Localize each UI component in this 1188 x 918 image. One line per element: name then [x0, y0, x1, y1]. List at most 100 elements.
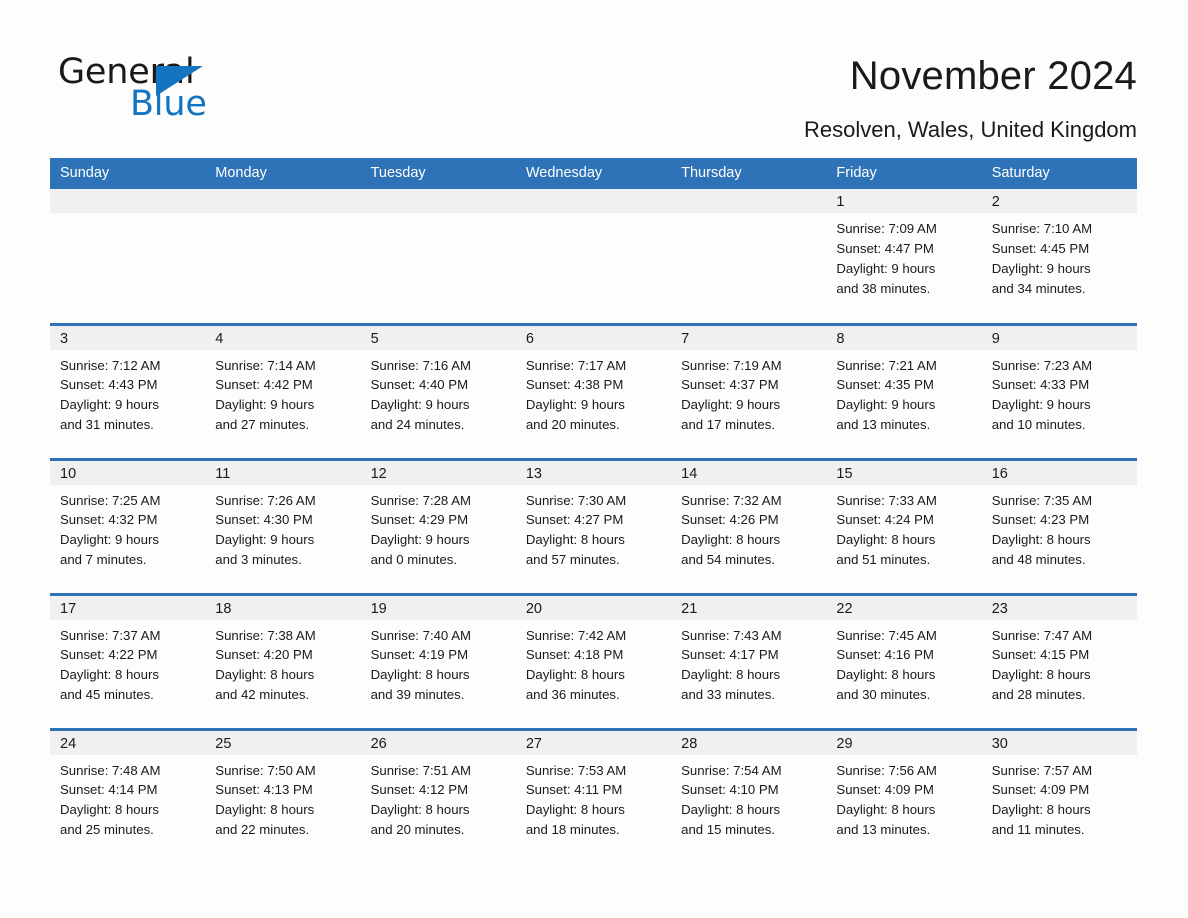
day-cell[interactable]: 12 Sunrise: 7:28 AM Sunset: 4:29 PM Dayligh… [360, 457, 516, 594]
sunrise-text: Sunrise: 7:53 AM [525, 762, 627, 778]
daylight-text-line2: and 10 minutes. [991, 417, 1086, 433]
daylight-text-line1: Daylight: 8 hours [525, 532, 625, 548]
daylight-text-line1: Daylight: 9 hours [836, 260, 936, 276]
sunset-text: Sunset: 4:17 PM [681, 647, 779, 663]
calendar-week-row: 24 Sunrise: 7:48 AM Sunset: 4:14 PM Dayligh… [50, 727, 1137, 864]
calendar-week-row: 3 Sunrise: 7:12 AM Sunset: 4:43 PM Daylight… [50, 322, 1137, 459]
day-number: 24 [50, 730, 206, 755]
day-cell[interactable]: 29 Sunrise: 7:56 AM Sunset: 4:09 PM Dayligh… [826, 727, 982, 864]
day-number: 25 [205, 730, 361, 755]
sunrise-text: Sunrise: 7:42 AM [525, 627, 627, 643]
day-cell[interactable]: 18 Sunrise: 7:38 AM Sunset: 4:20 PM Dayligh… [205, 592, 361, 729]
daylight-text-line1: Daylight: 9 hours [525, 397, 625, 413]
day-cell[interactable]: 22 Sunrise: 7:45 AM Sunset: 4:16 PM Dayligh… [826, 592, 982, 729]
day-number: 6 [515, 325, 672, 350]
day-number: 28 [671, 730, 827, 755]
daylight-text-line2: and 36 minutes. [525, 687, 620, 703]
day-number [671, 189, 827, 213]
generalblue-logo[interactable]: General Blue [58, 52, 318, 124]
day-details: Sunrise: 7:28 AM Sunset: 4:29 PM Daylight:… [361, 485, 516, 571]
sunrise-text: Sunrise: 7:43 AM [681, 627, 782, 643]
day-cell[interactable]: 11 Sunrise: 7:26 AM Sunset: 4:30 PM Dayligh… [205, 457, 361, 594]
day-cell[interactable]: 25 Sunrise: 7:50 AM Sunset: 4:13 PM Dayligh… [205, 727, 361, 864]
day-details: Sunrise: 7:30 AM Sunset: 4:27 PM Daylight:… [516, 485, 671, 571]
day-details: Sunrise: 7:38 AM Sunset: 4:20 PM Daylight:… [205, 620, 360, 706]
daylight-text-line1: Daylight: 8 hours [525, 802, 625, 818]
day-cell[interactable]: 21 Sunrise: 7:43 AM Sunset: 4:17 PM Dayligh… [671, 592, 827, 729]
sunset-text: Sunset: 4:33 PM [991, 377, 1090, 393]
day-cell[interactable]: 13 Sunrise: 7:30 AM Sunset: 4:27 PM Dayligh… [515, 457, 672, 594]
daylight-text-line2: and 57 minutes. [525, 552, 620, 568]
sunrise-text: Sunrise: 7:45 AM [836, 627, 937, 643]
sunrise-text: Sunrise: 7:37 AM [60, 627, 161, 643]
sunset-text: Sunset: 4:09 PM [836, 782, 934, 798]
sunset-text: Sunset: 4:22 PM [60, 647, 158, 663]
day-cell[interactable]: 16 Sunrise: 7:35 AM Sunset: 4:23 PM Dayligh… [981, 457, 1137, 594]
day-cell[interactable]: 8 Sunrise: 7:21 AM Sunset: 4:35 PM Daylight… [826, 322, 982, 459]
day-cell[interactable]: 30 Sunrise: 7:57 AM Sunset: 4:09 PM Dayligh… [981, 727, 1137, 864]
day-details: Sunrise: 7:40 AM Sunset: 4:19 PM Daylight:… [361, 620, 516, 706]
weekday-header-tuesday: Tuesday [360, 158, 516, 189]
day-cell[interactable]: 14 Sunrise: 7:32 AM Sunset: 4:26 PM Dayligh… [671, 457, 827, 594]
day-cell[interactable]: 5 Sunrise: 7:16 AM Sunset: 4:40 PM Daylight… [360, 322, 516, 459]
day-cell[interactable]: 27 Sunrise: 7:53 AM Sunset: 4:11 PM Dayligh… [515, 727, 672, 864]
weekday-header-thursday: Thursday [671, 158, 827, 189]
day-cell[interactable]: 7 Sunrise: 7:19 AM Sunset: 4:37 PM Daylight… [671, 322, 827, 459]
day-number: 5 [360, 325, 516, 350]
calendar-week-row: 10 Sunrise: 7:25 AM Sunset: 4:32 PM Dayligh… [50, 457, 1137, 594]
daylight-text-line2: and 42 minutes. [215, 687, 310, 703]
calendar-table: Sunday Monday Tuesday Wednesday Thursday Frid… [50, 158, 1137, 864]
day-number: 9 [981, 325, 1137, 350]
daylight-text-line2: and 7 minutes. [60, 552, 147, 568]
sunrise-text: Sunrise: 7:25 AM [60, 492, 161, 508]
day-cell[interactable]: 17 Sunrise: 7:37 AM Sunset: 4:22 PM Dayligh… [50, 592, 206, 729]
sunrise-text: Sunrise: 7:26 AM [215, 492, 316, 508]
day-cell[interactable]: 10 Sunrise: 7:25 AM Sunset: 4:32 PM Dayligh… [50, 457, 206, 594]
sunrise-text: Sunrise: 7:14 AM [215, 357, 316, 373]
daylight-text-line1: Daylight: 8 hours [836, 667, 936, 683]
day-cell[interactable]: 24 Sunrise: 7:48 AM Sunset: 4:14 PM Dayligh… [50, 727, 206, 864]
daylight-text-line1: Daylight: 9 hours [60, 397, 159, 413]
day-cell[interactable]: 20 Sunrise: 7:42 AM Sunset: 4:18 PM Dayligh… [515, 592, 672, 729]
day-details: Sunrise: 7:23 AM Sunset: 4:33 PM Daylight:… [982, 350, 1137, 436]
day-details: Sunrise: 7:19 AM Sunset: 4:37 PM Daylight:… [671, 350, 826, 436]
day-cell[interactable]: 4 Sunrise: 7:14 AM Sunset: 4:42 PM Daylight… [205, 322, 361, 459]
day-details: Sunrise: 7:57 AM Sunset: 4:09 PM Daylight:… [982, 755, 1137, 841]
day-cell[interactable]: 2 Sunrise: 7:10 AM Sunset: 4:45 PM Daylight… [981, 189, 1137, 324]
day-cell[interactable]: 26 Sunrise: 7:51 AM Sunset: 4:12 PM Dayligh… [360, 727, 516, 864]
daylight-text-line2: and 33 minutes. [681, 687, 775, 703]
daylight-text-line2: and 0 minutes. [370, 552, 458, 568]
sunset-text: Sunset: 4:15 PM [991, 647, 1090, 663]
sunrise-text: Sunrise: 7:30 AM [525, 492, 627, 508]
daylight-text-line1: Daylight: 8 hours [681, 532, 781, 548]
daylight-text-line2: and 13 minutes. [836, 417, 931, 433]
day-cell[interactable]: 9 Sunrise: 7:23 AM Sunset: 4:33 PM Daylight… [981, 322, 1137, 459]
sunset-text: Sunset: 4:23 PM [991, 512, 1090, 528]
sunset-text: Sunset: 4:43 PM [60, 377, 158, 393]
sunrise-text: Sunrise: 7:09 AM [836, 221, 937, 236]
day-cell[interactable]: 23 Sunrise: 7:47 AM Sunset: 4:15 PM Dayligh… [981, 592, 1137, 729]
sunset-text: Sunset: 4:26 PM [681, 512, 779, 528]
day-cell[interactable]: 6 Sunrise: 7:17 AM Sunset: 4:38 PM Daylight… [515, 322, 672, 459]
daylight-text-line1: Daylight: 8 hours [991, 532, 1091, 548]
day-number: 30 [981, 730, 1137, 755]
day-cell[interactable]: 15 Sunrise: 7:33 AM Sunset: 4:24 PM Dayligh… [826, 457, 982, 594]
sunset-text: Sunset: 4:29 PM [370, 512, 469, 528]
daylight-text-line2: and 24 minutes. [370, 417, 465, 433]
sunset-text: Sunset: 4:16 PM [836, 647, 934, 663]
day-cell[interactable]: 28 Sunrise: 7:54 AM Sunset: 4:10 PM Dayligh… [671, 727, 827, 864]
day-cell[interactable]: 3 Sunrise: 7:12 AM Sunset: 4:43 PM Daylight… [50, 322, 206, 459]
day-cell[interactable]: 1 Sunrise: 7:09 AM Sunset: 4:47 PM Daylight… [826, 189, 982, 324]
daylight-text-line2: and 38 minutes. [836, 280, 931, 296]
day-cell[interactable]: 19 Sunrise: 7:40 AM Sunset: 4:19 PM Dayligh… [360, 592, 516, 729]
sunset-text: Sunset: 4:20 PM [215, 647, 313, 663]
sunrise-text: Sunrise: 7:54 AM [681, 762, 782, 778]
sunrise-text: Sunrise: 7:50 AM [215, 762, 316, 778]
daylight-text-line1: Daylight: 8 hours [525, 667, 625, 683]
day-details: Sunrise: 7:47 AM Sunset: 4:15 PM Daylight:… [982, 620, 1137, 706]
day-number: 11 [205, 460, 361, 485]
sunrise-text: Sunrise: 7:51 AM [370, 762, 471, 778]
daylight-text-line2: and 15 minutes. [681, 822, 775, 838]
day-details: Sunrise: 7:17 AM Sunset: 4:38 PM Daylight:… [516, 350, 671, 436]
daylight-text-line2: and 20 minutes. [525, 417, 620, 433]
